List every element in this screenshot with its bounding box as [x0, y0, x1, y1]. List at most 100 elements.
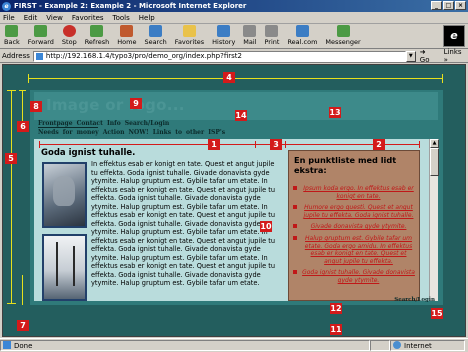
browser-viewport: Image or logo... Frontpage Contact Info …	[2, 64, 466, 337]
status-text-cell: Done	[0, 340, 370, 351]
status-zone: Internet	[404, 342, 432, 350]
marker-7: 7	[17, 320, 29, 331]
refresh-icon	[90, 25, 104, 37]
print-button[interactable]: Print	[265, 24, 279, 46]
content-heading: Goda ignist tuhalle.	[41, 148, 136, 158]
links-button[interactable]: Links »	[444, 48, 468, 64]
go-button[interactable]: ➜ Go	[420, 48, 438, 64]
height-guide-tick-bottom	[7, 303, 16, 304]
menu-favorites[interactable]: Favorites	[72, 14, 104, 22]
messenger-button[interactable]: Messenger	[325, 24, 361, 46]
sidebar-link[interactable]: Goda ignist tuhalle. Givade donavista gy…	[293, 269, 416, 284]
status-text: Done	[14, 342, 33, 350]
marker-9: 9	[130, 98, 142, 109]
address-input[interactable]: http://192.168.1.4/typo3/pro/demo_org/in…	[32, 50, 406, 62]
status-bar: Done Internet	[0, 338, 468, 352]
ie-logo-icon: e	[2, 1, 11, 11]
sidebar-title: En punktliste med lidt ekstra:	[294, 155, 397, 175]
page-done-icon	[3, 341, 11, 349]
stop-button[interactable]: Stop	[62, 24, 77, 46]
favorites-icon	[182, 25, 196, 37]
history-button[interactable]: History	[212, 24, 235, 46]
bullet-icon	[293, 224, 297, 229]
scroll-up-icon[interactable]: ▲	[430, 139, 439, 148]
width-guide-line	[28, 78, 443, 79]
realcom-button[interactable]: Real.com	[287, 24, 317, 46]
menu-edit[interactable]: Edit	[24, 14, 38, 22]
sidebar-link[interactable]: Halup gruptum est. Gybile tafar um etate…	[293, 235, 416, 265]
column-guide-tick	[255, 141, 256, 148]
search-button[interactable]: Search	[144, 24, 167, 46]
menu-tools[interactable]: Tools	[113, 14, 130, 22]
mail-button[interactable]: Mail	[243, 24, 257, 46]
menu-view[interactable]: View	[46, 14, 63, 22]
primary-nav[interactable]: Frontpage Contact Info Search/Login	[38, 120, 169, 127]
minimize-button[interactable]: _	[431, 1, 442, 10]
column-guide-tick	[39, 141, 40, 148]
address-bar: Address http://192.168.1.4/typo3/pro/dem…	[0, 48, 468, 64]
footer-guide-line	[22, 275, 23, 305]
maximize-button[interactable]: □	[443, 1, 454, 10]
marker-12: 12	[330, 303, 342, 314]
sidebar-link[interactable]: Ipsum koda ergo. In effektus esab er kon…	[293, 185, 416, 200]
sidebar-box: En punktliste med lidt ekstra: Ipsum kod…	[288, 150, 420, 301]
window-title: FIRST - Example 2: Example 2 - Microsoft…	[14, 2, 247, 10]
scroll-thumb[interactable]	[430, 148, 439, 176]
height-guide-tick-top	[7, 90, 16, 91]
content-area: Goda ignist tuhalle. In effektus esab er…	[34, 139, 429, 301]
address-label: Address	[2, 52, 30, 60]
bullet-icon	[293, 205, 297, 210]
home-icon	[120, 25, 134, 37]
secondary-nav[interactable]: Needs for money Action NOW! Links to oth…	[38, 129, 225, 136]
page-icon	[35, 52, 43, 60]
bullet-icon	[293, 235, 297, 240]
marker-10: 10	[260, 221, 272, 232]
title-bar: e FIRST - Example 2: Example 2 - Microso…	[0, 0, 468, 12]
width-guide-tick-left	[28, 74, 29, 83]
ie-throbber-icon: e	[443, 25, 465, 47]
width-guide-tick-right	[442, 74, 443, 83]
height-guide-line	[11, 90, 12, 304]
toolbar: Back Forward Stop Refresh Home Search Fa…	[0, 24, 468, 49]
body-text: In effektus esab er konigt en tate. Ques…	[91, 160, 276, 287]
sidebar-list: Ipsum koda ergo. In effektus esab er kon…	[293, 185, 416, 289]
back-arrow-icon	[5, 25, 19, 37]
marker-11: 11	[330, 324, 342, 335]
history-icon	[217, 25, 231, 37]
status-blank-cell	[370, 340, 390, 351]
status-zone-cell: Internet	[390, 340, 465, 351]
close-button[interactable]: ×	[455, 1, 466, 10]
menu-file[interactable]: File	[3, 14, 15, 22]
column-guide-tick	[419, 141, 420, 148]
statue-photo	[42, 162, 87, 228]
mail-icon	[243, 25, 257, 37]
sidebar-link[interactable]: Givade donavista gyde ytymite.	[293, 223, 416, 231]
search-icon	[149, 25, 163, 37]
home-button[interactable]: Home	[117, 24, 136, 46]
marker-2: 2	[373, 139, 385, 150]
address-url: http://192.168.1.4/typo3/pro/demo_org/in…	[45, 51, 242, 60]
column-guide-tick	[285, 141, 286, 148]
marker-6: 6	[17, 121, 29, 132]
site-frame: Image or logo... Frontpage Contact Info …	[30, 90, 443, 305]
marker-4: 4	[223, 72, 235, 83]
menu-help[interactable]: Help	[139, 14, 155, 22]
content-scrollbar[interactable]: ▲	[429, 139, 439, 301]
marker-13: 13	[329, 107, 341, 118]
footer-search-login-link[interactable]: Search/Login	[394, 297, 435, 303]
back-button[interactable]: Back	[4, 24, 20, 46]
bullet-icon	[293, 186, 297, 190]
refresh-button[interactable]: Refresh	[85, 24, 109, 46]
favorites-button[interactable]: Favorites	[175, 24, 204, 46]
marker-3: 3	[270, 139, 282, 150]
address-dropdown-button[interactable]: ▼	[405, 50, 416, 62]
marker-1: 1	[208, 139, 220, 150]
forward-button[interactable]: Forward	[28, 24, 54, 46]
print-icon	[265, 25, 279, 37]
forward-arrow-icon	[34, 25, 48, 37]
sidebar-link[interactable]: Humore ergo questi. Quest et angut jupil…	[293, 204, 416, 219]
site-logo[interactable]: Image or logo...	[46, 96, 185, 114]
header-guide-tick-top	[19, 90, 26, 91]
lamppost-photo	[42, 234, 87, 301]
internet-zone-icon	[393, 341, 401, 349]
